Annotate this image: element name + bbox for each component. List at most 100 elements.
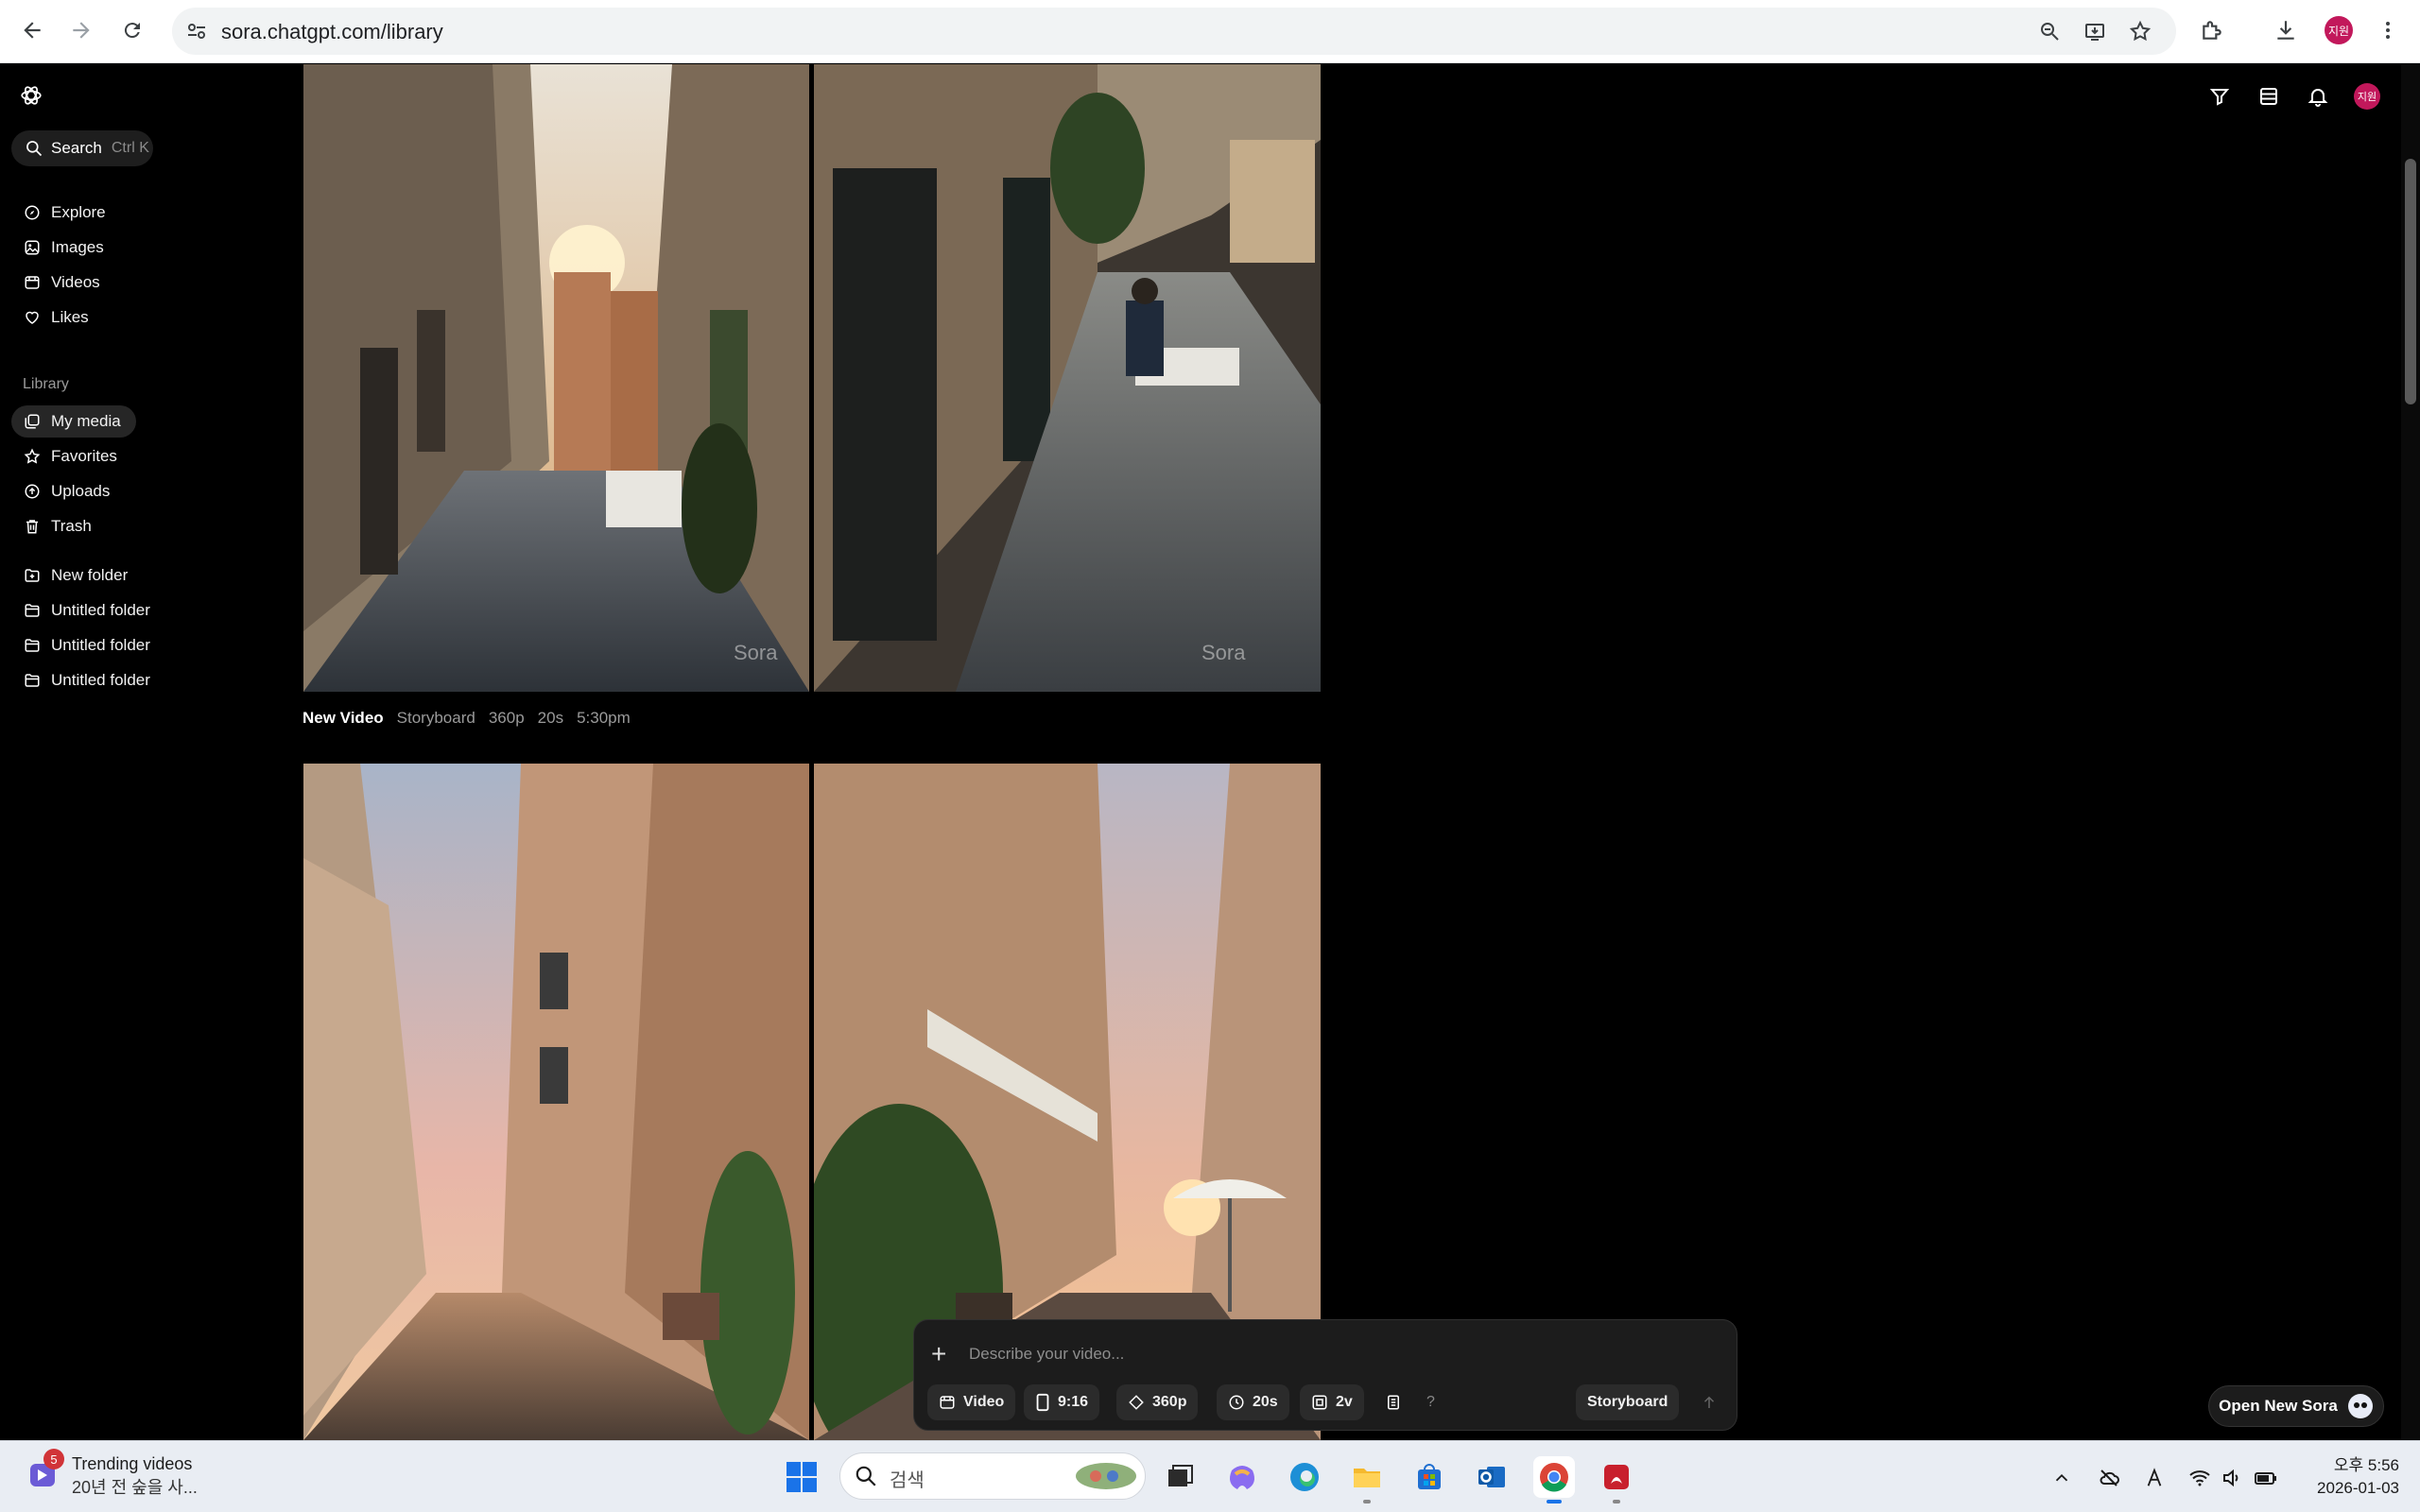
news-subtitle: 20년 전 숲을 사... — [72, 1478, 198, 1497]
zoom-icon[interactable] — [2034, 16, 2065, 46]
aspect-ratio-selector[interactable]: 9:16 — [1024, 1384, 1100, 1420]
profile-avatar: 지원 — [2325, 16, 2353, 44]
site-settings-icon[interactable] — [185, 20, 208, 47]
pdf-app[interactable] — [1596, 1456, 1637, 1503]
downloads-button[interactable] — [2265, 9, 2307, 51]
add-attachment-button[interactable]: + — [931, 1339, 946, 1369]
news-badge: 5 — [43, 1449, 64, 1469]
video-thumbnail[interactable]: Sora — [303, 64, 809, 692]
edge-app[interactable] — [1284, 1456, 1325, 1498]
search-highlight-icon — [1076, 1463, 1136, 1489]
forward-button[interactable] — [60, 9, 102, 51]
battery-status[interactable] — [2254, 1466, 2278, 1490]
video-resolution: 360p — [488, 709, 525, 727]
file-explorer-app[interactable] — [1346, 1456, 1388, 1503]
nav-trash[interactable]: Trash — [11, 510, 92, 542]
address-bar[interactable]: sora.chatgpt.com/library — [172, 8, 2176, 55]
help-button[interactable]: ? — [1415, 1384, 1446, 1420]
nav-images[interactable]: Images — [11, 232, 104, 264]
resolution-selector[interactable]: 360p — [1116, 1384, 1199, 1420]
store-app[interactable] — [1409, 1456, 1450, 1498]
svg-text:Sora: Sora — [1201, 641, 1246, 664]
video-time: 5:30pm — [577, 709, 631, 727]
task-view-button[interactable] — [1159, 1456, 1201, 1498]
install-app-icon[interactable] — [2080, 16, 2110, 46]
account-button[interactable]: 지원 — [2350, 79, 2384, 113]
pdf-icon — [1604, 1465, 1629, 1489]
taskbar-search[interactable]: 검색 — [839, 1452, 1146, 1500]
open-new-sora-button[interactable]: Open New Sora — [2208, 1385, 2384, 1427]
document-icon — [1388, 1395, 1399, 1410]
scrollbar[interactable] — [2401, 64, 2420, 1440]
folder-icon — [1354, 1469, 1380, 1487]
bell-icon — [2308, 89, 2328, 107]
nav-uploads[interactable]: Uploads — [11, 475, 110, 507]
copilot-app[interactable] — [1221, 1456, 1263, 1498]
volume-control[interactable] — [2220, 1466, 2244, 1490]
duration-selector[interactable]: 20s — [1217, 1384, 1289, 1420]
outlook-app[interactable] — [1471, 1456, 1512, 1498]
taskbar-clock[interactable]: 오후 5:56 2026-01-03 — [2295, 1454, 2399, 1500]
filter-button[interactable] — [2203, 79, 2237, 113]
search-icon — [26, 141, 43, 157]
chrome-icon — [1540, 1463, 1568, 1492]
active-indicator — [1547, 1500, 1562, 1503]
aspect-label: 9:16 — [1058, 1394, 1089, 1410]
wifi-icon — [2189, 1470, 2210, 1486]
nav-folder-1[interactable]: Untitled folder — [11, 594, 150, 627]
nav-folder-3[interactable]: Untitled folder — [11, 664, 150, 696]
browser-menu-button[interactable] — [2367, 9, 2409, 51]
search-label: Search — [51, 139, 102, 157]
media-icon — [23, 412, 42, 431]
tray-overflow-button[interactable] — [2049, 1466, 2074, 1490]
onedrive-status[interactable] — [2097, 1466, 2121, 1490]
submit-button[interactable] — [1689, 1384, 1729, 1420]
variations-selector[interactable]: 2v — [1300, 1384, 1364, 1420]
chrome-app[interactable] — [1533, 1456, 1575, 1503]
nav-new-folder[interactable]: New folder — [11, 559, 128, 592]
view-toggle-button[interactable] — [2252, 79, 2286, 113]
reload-button[interactable] — [112, 9, 153, 51]
storyboard-button[interactable]: Storyboard — [1576, 1384, 1680, 1420]
extensions-button[interactable] — [2191, 9, 2233, 51]
notifications-button[interactable] — [2301, 79, 2335, 113]
input-method-indicator[interactable] — [2142, 1466, 2167, 1490]
library-section-label: Library — [23, 376, 69, 392]
nav-my-media[interactable]: My media — [11, 405, 136, 438]
video-thumbnail[interactable]: Sora — [814, 64, 1321, 692]
browser-toolbar: sora.chatgpt.com/library 지원 — [0, 0, 2420, 63]
scrollbar-thumb[interactable] — [2405, 159, 2416, 404]
running-indicator — [1363, 1500, 1371, 1503]
video-group-caption: New Video Storyboard 360p 20s 5:30pm — [302, 709, 631, 728]
network-status[interactable] — [2187, 1466, 2212, 1490]
openai-logo-icon[interactable] — [19, 83, 43, 112]
url-text[interactable]: sora.chatgpt.com/library — [221, 20, 443, 44]
type-label: Video — [963, 1394, 1005, 1410]
nav-likes[interactable]: Likes — [11, 301, 89, 334]
street-sunset-image — [303, 764, 809, 1440]
video-thumbnail[interactable] — [303, 764, 809, 1440]
video-title[interactable]: New Video — [302, 709, 384, 728]
svg-text:Sora: Sora — [734, 641, 778, 664]
compass-icon — [23, 203, 42, 222]
presets-button[interactable] — [1374, 1384, 1413, 1420]
list-view-icon — [2260, 88, 2277, 105]
nav-folder-2[interactable]: Untitled folder — [11, 629, 150, 662]
nav-videos[interactable]: Videos — [11, 266, 100, 299]
variations-icon — [1312, 1395, 1327, 1410]
star-icon — [23, 447, 42, 466]
start-button[interactable] — [781, 1456, 822, 1498]
back-button[interactable] — [11, 9, 53, 51]
reload-icon — [124, 23, 140, 39]
profile-button[interactable]: 지원 — [2318, 9, 2360, 51]
nav-explore[interactable]: Explore — [11, 197, 106, 229]
nav-label: My media — [51, 412, 121, 430]
search-button[interactable]: Search Ctrl K — [11, 130, 153, 166]
nav-favorites[interactable]: Favorites — [11, 440, 117, 472]
prompt-input[interactable]: Describe your video... — [969, 1345, 1124, 1364]
diamond-icon — [1129, 1395, 1144, 1410]
type-selector[interactable]: Video — [927, 1384, 1016, 1420]
store-icon — [1418, 1464, 1441, 1489]
bookmark-star-icon[interactable] — [2125, 16, 2155, 46]
trash-icon — [23, 517, 42, 536]
